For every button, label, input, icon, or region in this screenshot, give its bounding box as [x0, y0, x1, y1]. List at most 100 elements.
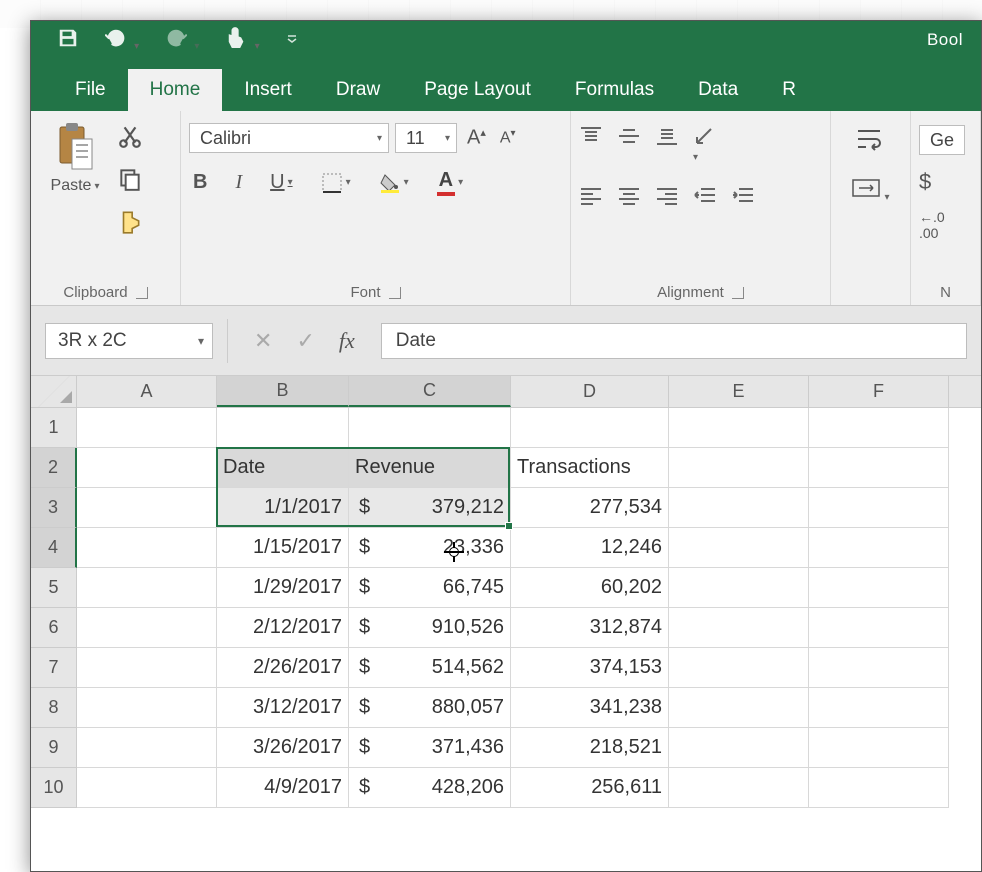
- cell-C9[interactable]: $371,436: [349, 728, 511, 768]
- column-header-F[interactable]: F: [809, 376, 949, 407]
- cell-E4[interactable]: [669, 528, 809, 568]
- align-top-icon[interactable]: [579, 125, 603, 165]
- cell-A8[interactable]: [77, 688, 217, 728]
- font-size-combo[interactable]: 11 ▾: [395, 123, 457, 153]
- cancel-formula-icon[interactable]: ✕: [242, 328, 284, 354]
- cell-E5[interactable]: [669, 568, 809, 608]
- column-header-C[interactable]: C: [349, 376, 511, 407]
- cell-C3[interactable]: $379,212: [349, 488, 511, 528]
- enter-formula-icon[interactable]: ✓: [284, 328, 326, 354]
- orientation-icon[interactable]: ▾: [693, 125, 717, 165]
- cell-D4[interactable]: 12,246: [511, 528, 669, 568]
- cell-B3[interactable]: 1/1/2017: [217, 488, 349, 528]
- merge-cells-icon[interactable]: [851, 176, 889, 205]
- cell-C7[interactable]: $514,562: [349, 648, 511, 688]
- tab-draw[interactable]: Draw: [314, 69, 402, 111]
- cell-C4[interactable]: $23,336: [349, 528, 511, 568]
- cell-C8[interactable]: $880,057: [349, 688, 511, 728]
- cell-B8[interactable]: 3/12/2017: [217, 688, 349, 728]
- cell-A4[interactable]: [77, 528, 217, 568]
- cut-icon[interactable]: [117, 123, 143, 154]
- underline-button[interactable]: U▾: [266, 169, 296, 196]
- align-left-icon[interactable]: [579, 185, 603, 207]
- cell-F8[interactable]: [809, 688, 949, 728]
- cell-C2[interactable]: Revenue: [349, 448, 511, 488]
- row-header-10[interactable]: 10: [31, 768, 77, 808]
- row-header-4[interactable]: 4: [31, 528, 77, 568]
- touch-mode-icon[interactable]: [225, 27, 259, 53]
- bold-button[interactable]: B: [189, 169, 211, 196]
- paste-button[interactable]: Paste▾: [39, 117, 111, 281]
- cell-F5[interactable]: [809, 568, 949, 608]
- row-header-8[interactable]: 8: [31, 688, 77, 728]
- undo-icon[interactable]: [105, 27, 139, 53]
- cell-F3[interactable]: [809, 488, 949, 528]
- cell-B4[interactable]: 1/15/2017: [217, 528, 349, 568]
- row-header-5[interactable]: 5: [31, 568, 77, 608]
- qat-dropdown-icon[interactable]: [286, 32, 298, 49]
- currency-format-button[interactable]: $: [919, 169, 931, 195]
- cell-E2[interactable]: [669, 448, 809, 488]
- format-painter-icon[interactable]: [117, 209, 143, 240]
- cell-A7[interactable]: [77, 648, 217, 688]
- decrease-indent-icon[interactable]: [693, 185, 717, 207]
- tab-data[interactable]: Data: [676, 69, 760, 111]
- row-header-9[interactable]: 9: [31, 728, 77, 768]
- clipboard-dialog-launcher[interactable]: [136, 287, 148, 299]
- cell-A6[interactable]: [77, 608, 217, 648]
- tab-review[interactable]: R: [760, 69, 818, 111]
- fx-icon[interactable]: fx: [327, 328, 367, 354]
- cell-D6[interactable]: 312,874: [511, 608, 669, 648]
- cell-A3[interactable]: [77, 488, 217, 528]
- cell-E1[interactable]: [669, 408, 809, 448]
- formula-input[interactable]: Date: [381, 323, 967, 359]
- cell-A2[interactable]: [77, 448, 217, 488]
- cell-C6[interactable]: $910,526: [349, 608, 511, 648]
- copy-icon[interactable]: [117, 166, 143, 197]
- cell-D1[interactable]: [511, 408, 669, 448]
- decrease-font-icon[interactable]: A▾: [496, 128, 520, 147]
- increase-indent-icon[interactable]: [731, 185, 755, 207]
- cell-F7[interactable]: [809, 648, 949, 688]
- column-header-E[interactable]: E: [669, 376, 809, 407]
- cell-F10[interactable]: [809, 768, 949, 808]
- cell-D5[interactable]: 60,202: [511, 568, 669, 608]
- save-icon[interactable]: [57, 27, 79, 53]
- fill-handle[interactable]: [505, 522, 513, 530]
- cell-F1[interactable]: [809, 408, 949, 448]
- align-center-icon[interactable]: [617, 185, 641, 207]
- cell-B9[interactable]: 3/26/2017: [217, 728, 349, 768]
- column-header-B[interactable]: B: [217, 376, 349, 407]
- cell-B2[interactable]: Date: [217, 448, 349, 488]
- row-header-2[interactable]: 2: [31, 448, 77, 488]
- font-name-combo[interactable]: Calibri ▾: [189, 123, 389, 153]
- cell-C5[interactable]: $66,745: [349, 568, 511, 608]
- cell-D8[interactable]: 341,238: [511, 688, 669, 728]
- number-format-combo[interactable]: Ge: [919, 125, 965, 155]
- cell-E3[interactable]: [669, 488, 809, 528]
- row-header-7[interactable]: 7: [31, 648, 77, 688]
- font-color-button[interactable]: A▾: [433, 167, 467, 198]
- cell-D7[interactable]: 374,153: [511, 648, 669, 688]
- tab-insert[interactable]: Insert: [222, 69, 314, 111]
- select-all-corner[interactable]: [31, 376, 77, 407]
- cell-B5[interactable]: 1/29/2017: [217, 568, 349, 608]
- redo-icon[interactable]: [165, 27, 199, 53]
- column-header-A[interactable]: A: [77, 376, 217, 407]
- cell-C1[interactable]: [349, 408, 511, 448]
- cell-A1[interactable]: [77, 408, 217, 448]
- cell-E8[interactable]: [669, 688, 809, 728]
- cell-A9[interactable]: [77, 728, 217, 768]
- tab-formulas[interactable]: Formulas: [553, 69, 676, 111]
- cell-F2[interactable]: [809, 448, 949, 488]
- cell-C10[interactable]: $428,206: [349, 768, 511, 808]
- decrease-decimal-icon[interactable]: ←.0.00: [919, 209, 945, 241]
- alignment-dialog-launcher[interactable]: [732, 287, 744, 299]
- tab-page-layout[interactable]: Page Layout: [402, 69, 553, 111]
- font-dialog-launcher[interactable]: [389, 287, 401, 299]
- cell-B7[interactable]: 2/26/2017: [217, 648, 349, 688]
- cell-E7[interactable]: [669, 648, 809, 688]
- increase-font-icon[interactable]: A▴: [463, 126, 490, 150]
- cell-D9[interactable]: 218,521: [511, 728, 669, 768]
- row-header-6[interactable]: 6: [31, 608, 77, 648]
